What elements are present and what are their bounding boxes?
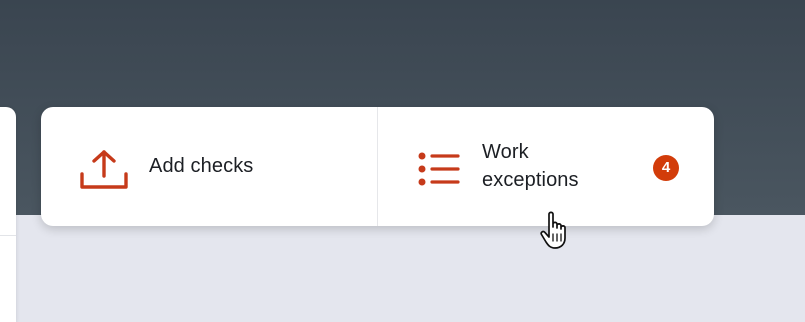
side-panel-divider [0, 235, 16, 236]
exceptions-count-badge: 4 [653, 155, 679, 181]
list-icon [418, 152, 460, 186]
side-panel-edge [0, 107, 16, 322]
upload-icon [80, 150, 128, 189]
add-checks-label: Add checks [149, 155, 254, 177]
add-checks-button[interactable]: Add checks [41, 107, 378, 226]
work-exceptions-label: Work exceptions [482, 141, 579, 191]
quick-actions-card: Add checks Work exceptions 4 [41, 107, 714, 226]
work-exceptions-button[interactable]: Work exceptions 4 [378, 107, 714, 226]
